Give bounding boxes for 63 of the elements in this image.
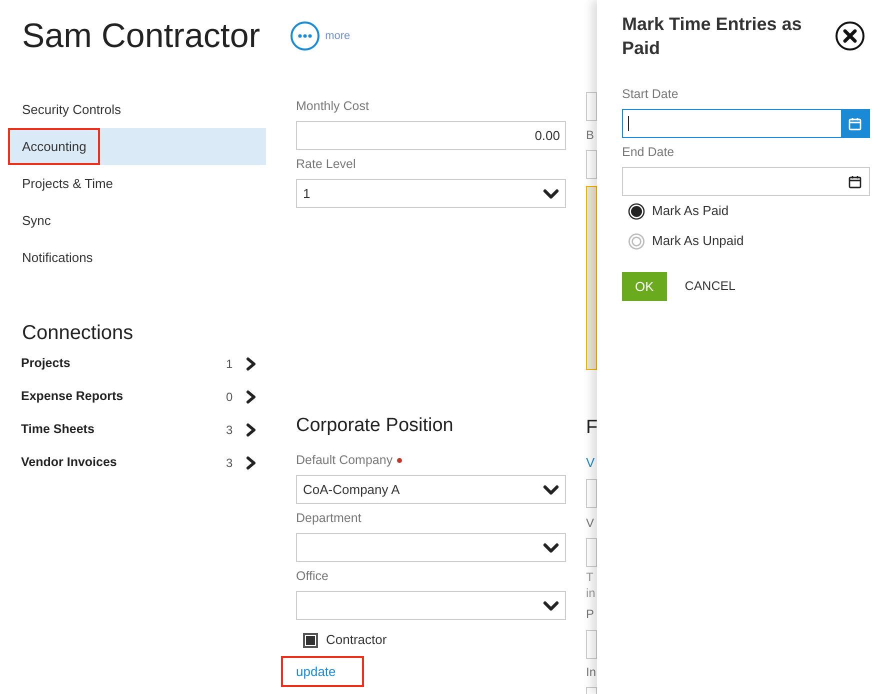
field-label: Monthly Cost (296, 98, 369, 115)
chevron-down-icon (543, 188, 559, 198)
chevron-right-icon[interactable] (246, 422, 256, 436)
chevron-down-icon (543, 484, 559, 494)
input-field[interactable]: 0.00 (296, 121, 566, 150)
section-heading: Corporate Position (296, 414, 454, 438)
nav-item[interactable]: Projects & Time (8, 165, 266, 202)
field-label: Department (296, 510, 362, 527)
chevron-down-icon (543, 600, 559, 610)
panel-title: Mark Time Entries as Paid (622, 13, 803, 60)
text-cursor (628, 116, 629, 131)
calendar-icon (848, 116, 862, 130)
update-link[interactable]: update (281, 656, 364, 687)
input-field[interactable] (586, 538, 597, 567)
radio-option[interactable]: Mark As Paid (622, 196, 870, 226)
section-heading: F (586, 416, 597, 440)
link[interactable]: V (586, 455, 595, 471)
connection-label[interactable]: Vendor Invoices (21, 453, 226, 472)
connection-count: 3 (226, 454, 234, 472)
select-field[interactable]: 1 (296, 179, 566, 208)
hint-text: T (586, 569, 594, 585)
chevron-down-icon (543, 542, 559, 552)
connection-label[interactable]: Time Sheets (21, 420, 226, 439)
chevron-right-icon[interactable] (246, 456, 256, 470)
field-label: V (586, 515, 594, 531)
calendar-icon (848, 174, 862, 188)
field-label: Office (296, 568, 328, 585)
contractor-checkbox[interactable]: Contractor (303, 630, 566, 650)
field-label: End Date (622, 144, 676, 160)
close-button[interactable] (835, 21, 865, 51)
nav-item[interactable]: Notifications (8, 239, 266, 276)
field-label: P (586, 606, 594, 622)
connection-label[interactable]: Projects (21, 354, 226, 373)
nav-item[interactable]: Sync (8, 202, 266, 239)
select-field[interactable] (296, 533, 566, 562)
field-label: Rate Level (296, 156, 356, 173)
connection-label[interactable]: Expense Reports (21, 387, 226, 406)
connection-count: 3 (226, 422, 234, 438)
select-field[interactable] (296, 591, 566, 620)
date-field[interactable] (622, 167, 870, 196)
input-field[interactable] (586, 479, 597, 508)
chevron-right-icon[interactable] (246, 356, 256, 370)
nav-item[interactable]: Accounting (8, 128, 266, 165)
input-field[interactable] (586, 150, 597, 179)
field-label: In (586, 664, 596, 680)
input-field[interactable] (586, 630, 597, 659)
date-field[interactable] (622, 109, 870, 138)
cancel-button[interactable]: CANCEL (684, 272, 736, 301)
input-field[interactable] (586, 92, 597, 121)
connection-count: 1 (226, 356, 234, 372)
nav-item[interactable]: Security Controls (8, 91, 266, 128)
close-icon (835, 21, 865, 51)
field-label: Default Company (296, 452, 393, 469)
more-icon (290, 21, 320, 51)
select-field[interactable]: CoA-Company A (296, 475, 566, 504)
field-label: Start Date (622, 86, 680, 102)
section-heading: Connections (22, 321, 134, 346)
field-label: B (586, 127, 594, 143)
connection-count: 0 (226, 388, 234, 406)
hint-text: in (586, 585, 596, 601)
radio-option[interactable]: Mark As Unpaid (622, 226, 870, 256)
page-title: Sam Contractor (22, 19, 260, 53)
chevron-right-icon[interactable] (246, 390, 256, 404)
